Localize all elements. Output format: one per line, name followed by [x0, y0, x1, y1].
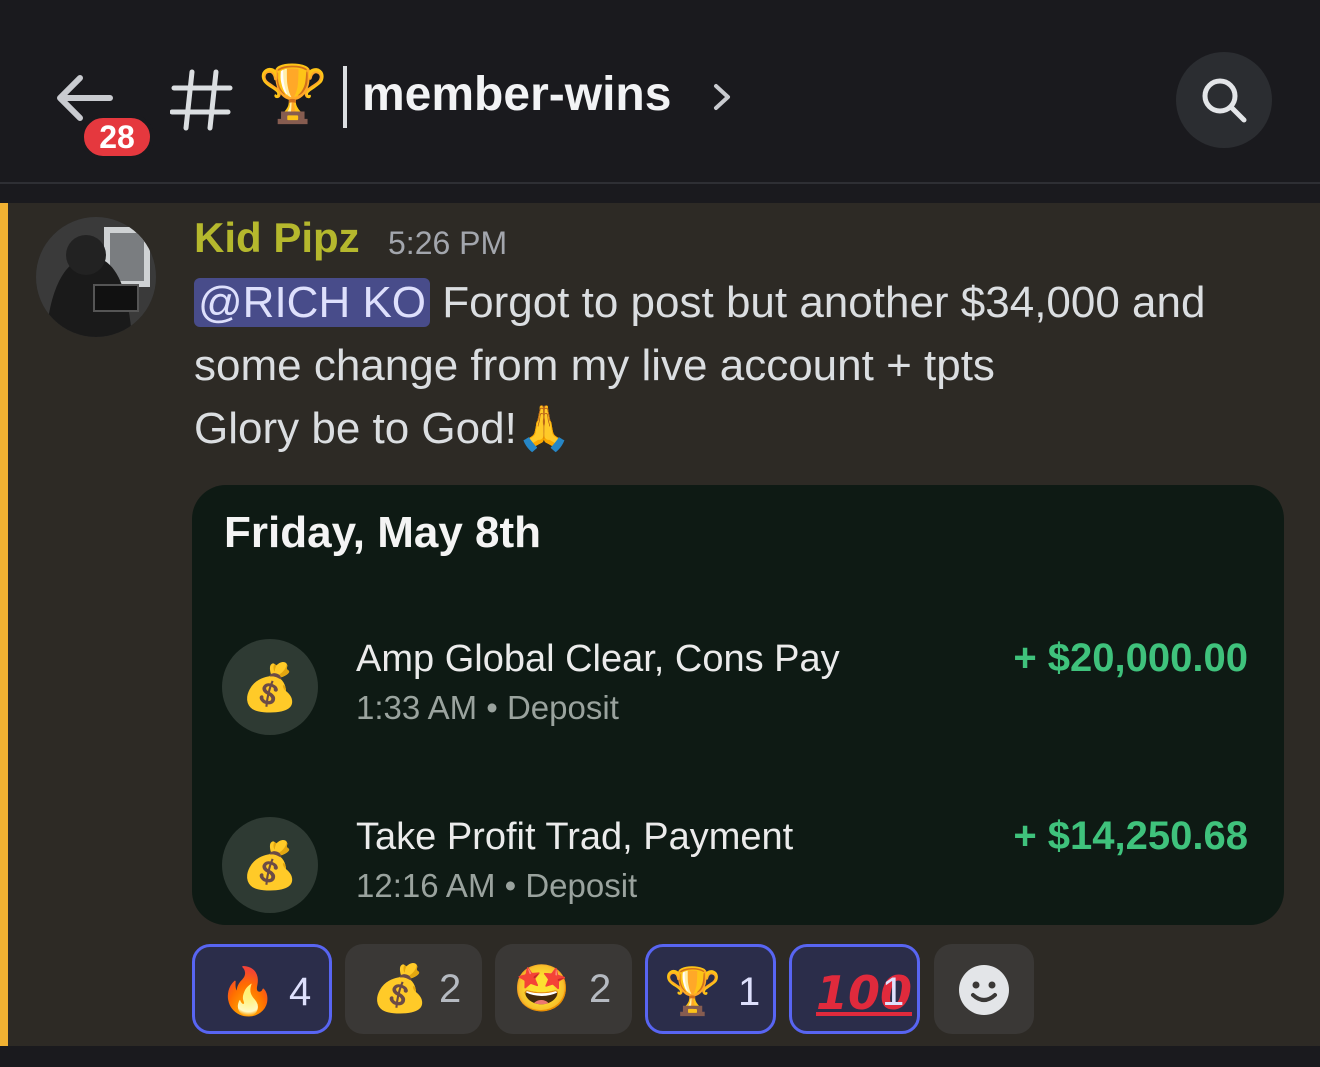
message-author[interactable]: Kid Pipz — [194, 213, 360, 263]
avatar[interactable] — [36, 217, 156, 337]
transaction-row: 💰 Amp Global Clear, Cons Pay 1:33 AM • D… — [192, 636, 1284, 759]
transaction-row: 💰 Take Profit Trad, Payment 12:16 AM • D… — [192, 814, 1284, 925]
reaction-star-struck[interactable]: 🤩 2 — [495, 944, 632, 1034]
transaction-name: Take Profit Trad, Payment — [356, 816, 794, 858]
channel-name[interactable]: member-wins — [362, 64, 671, 126]
card-date: Friday, May 8th — [224, 508, 542, 557]
message-text-line2: some change from my live account + tpts — [194, 341, 995, 390]
reaction-money-bag[interactable]: 💰 2 — [345, 944, 482, 1034]
mention-highlight-bar — [0, 203, 8, 1046]
chevron-right-icon[interactable] — [710, 80, 734, 114]
message-text-line1: Forgot to post but another $34,000 and — [430, 278, 1206, 327]
transaction-type: Deposit — [506, 689, 619, 726]
money-bag-icon: 💰 — [222, 639, 318, 735]
fire-icon: 🔥 — [219, 965, 277, 1017]
reaction-count: 1 — [738, 970, 761, 1014]
reaction-hundred[interactable]: 100 1 — [789, 944, 920, 1034]
transaction-name: Amp Global Clear, Cons Pay — [356, 638, 840, 680]
message-text-line3: Glory be to God! — [194, 404, 517, 453]
reaction-count: 2 — [589, 967, 612, 1011]
star-struck-icon: 🤩 — [513, 962, 571, 1014]
praying-hands-icon: 🙏 — [516, 404, 572, 453]
add-reaction-button[interactable] — [934, 944, 1034, 1034]
transaction-amount: + $14,250.68 — [1013, 814, 1248, 858]
transaction-type: Deposit — [525, 867, 638, 904]
avatar-image — [36, 217, 156, 337]
search-button[interactable] — [1176, 52, 1272, 148]
trophy-icon: 🏆 — [258, 62, 328, 125]
transaction-amount: + $20,000.00 — [1013, 636, 1248, 680]
smiley-add-icon — [959, 965, 1009, 1015]
unread-badge: 28 — [80, 114, 154, 160]
transaction-meta: 12:16 AM • Deposit — [356, 867, 638, 904]
money-bag-icon: 💰 — [222, 817, 318, 913]
transaction-time: 12:16 AM — [356, 867, 496, 904]
money-bag-icon: 💰 — [371, 962, 429, 1014]
channel-header: 28 🏆 member-wins — [0, 0, 1320, 184]
message-timestamp: 5:26 PM — [388, 225, 508, 261]
hash-icon — [170, 69, 233, 131]
message-item[interactable]: Kid Pipz 5:26 PM @RICH KO Forgot to post… — [0, 203, 1320, 1046]
transaction-meta: 1:33 AM • Deposit — [356, 689, 619, 726]
reaction-fire[interactable]: 🔥 4 — [192, 944, 332, 1034]
reaction-count: 2 — [439, 967, 462, 1011]
trophy-icon: 🏆 — [664, 965, 722, 1017]
reaction-count: 4 — [289, 970, 312, 1014]
transaction-time: 1:33 AM — [356, 689, 478, 726]
reaction-count: 1 — [882, 970, 905, 1014]
image-attachment[interactable]: Friday, May 8th 💰 Amp Global Clear, Cons… — [192, 485, 1284, 925]
search-icon — [1202, 78, 1247, 123]
message-content: @RICH KO Forgot to post but another $34,… — [194, 271, 1284, 460]
reaction-trophy[interactable]: 🏆 1 — [645, 944, 776, 1034]
user-mention[interactable]: @RICH KO — [194, 278, 431, 327]
channel-divider — [343, 66, 347, 128]
